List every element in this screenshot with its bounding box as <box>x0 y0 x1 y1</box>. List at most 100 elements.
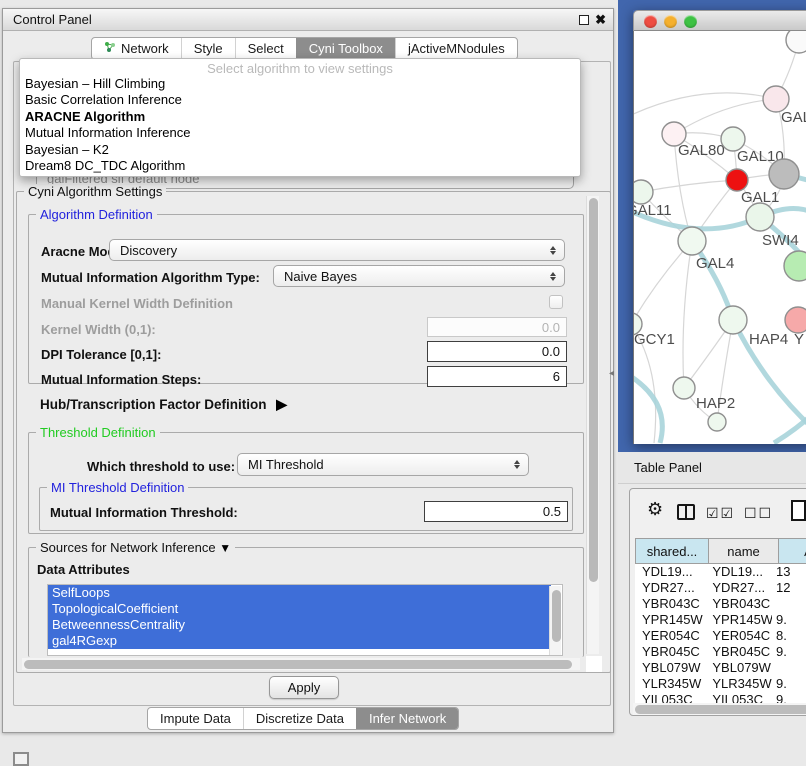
mi-threshold-field[interactable]: 0.5 <box>424 501 568 522</box>
tab-jactivemnodules[interactable]: jActiveMNodules <box>395 38 517 59</box>
chevron-down-icon[interactable]: ▼ <box>219 541 231 555</box>
mi-algorithm-type-combo[interactable]: Naive Bayes <box>273 265 565 287</box>
network-node-hap2[interactable] <box>673 377 695 399</box>
menu-item-bayesian-hill-climbing[interactable]: Bayesian – Hill Climbing <box>20 76 580 92</box>
cyni-tab-discretize-data[interactable]: Discretize Data <box>243 708 356 729</box>
network-edge[interactable] <box>641 180 737 192</box>
float-window-icon[interactable] <box>579 15 589 25</box>
settings-vertical-scrollbar[interactable] <box>586 196 599 654</box>
cyni-tab-label: Discretize Data <box>256 711 344 726</box>
table-row[interactable]: YPR145WYPR145W9. <box>635 612 806 628</box>
menu-item-basic-correlation-inference[interactable]: Basic Correlation Inference <box>20 92 580 108</box>
attributes-list-scrollbar[interactable] <box>549 586 561 656</box>
network-node-gal11[interactable] <box>634 180 653 204</box>
select-all-checkboxes-icon[interactable]: ☑☑ <box>706 505 735 522</box>
table-hscroll-thumb[interactable] <box>635 705 806 714</box>
attribute-item-betweennesscentrality[interactable]: BetweennessCentrality <box>48 617 551 633</box>
network-node[interactable] <box>784 251 806 281</box>
settings-hscroll-thumb[interactable] <box>24 660 572 669</box>
column-header-a[interactable]: A <box>779 538 806 564</box>
columns-icon[interactable] <box>677 504 695 520</box>
network-canvas[interactable]: GALGAL80GAL10GAL1GAL11SWI4GAL4GCY1HAP4YH… <box>633 31 806 444</box>
cyni-tab-label: Impute Data <box>160 711 231 726</box>
table-row[interactable]: YDR27...YDR27...12 <box>635 580 806 596</box>
mi-threshold-definition-group: MI Threshold Definition Mutual Informati… <box>39 487 573 531</box>
network-node-gal4[interactable] <box>678 227 706 255</box>
manual-kernel-checkbox[interactable] <box>549 295 563 309</box>
network-edge[interactable] <box>674 99 776 134</box>
attribute-item-topologicalcoefficient[interactable]: TopologicalCoefficient <box>48 601 551 617</box>
control-panel-titlebar: Control Panel ✖ <box>3 9 613 31</box>
mi-steps-field[interactable]: 6 <box>427 366 567 387</box>
table-column-headers: shared...nameA <box>635 538 806 564</box>
table-horizontal-scrollbar[interactable] <box>633 703 806 715</box>
table-cell: YBR045C <box>705 644 772 660</box>
sources-group-title: Sources for Network Inference ▼ <box>36 540 235 555</box>
menu-item-aracne-algorithm[interactable]: ARACNE Algorithm <box>20 109 580 125</box>
dpi-tolerance-field[interactable]: 0.0 <box>427 341 567 362</box>
network-view-window[interactable]: GALGAL80GAL10GAL1GAL11SWI4GAL4GCY1HAP4YH… <box>633 10 806 444</box>
which-threshold-value: MI Threshold <box>238 457 510 472</box>
tab-select[interactable]: Select <box>235 38 296 59</box>
network-node-swi4[interactable] <box>746 203 774 231</box>
table-cell: YER054C <box>705 628 772 644</box>
attribute-item-selfloops[interactable]: SelfLoops <box>48 585 551 601</box>
minimize-traffic-light[interactable] <box>664 15 677 28</box>
hub-section-toggle[interactable]: Hub/Transcription Factor Definition ▶ <box>40 396 287 413</box>
menu-item-bayesian-k2[interactable]: Bayesian – K2 <box>20 142 580 158</box>
table-cell: YBL079W <box>635 660 705 676</box>
network-graph[interactable]: GALGAL80GAL10GAL1GAL11SWI4GAL4GCY1HAP4YH… <box>634 31 806 444</box>
network-window-titlebar[interactable] <box>633 10 806 31</box>
aracne-mode-combo[interactable]: Discovery <box>109 239 565 261</box>
chevron-right-icon[interactable]: ▶ <box>276 396 287 413</box>
network-edge[interactable] <box>634 93 776 116</box>
network-node-hap4[interactable] <box>719 306 747 334</box>
panel-collapse-arrow[interactable]: ◂ <box>609 368 614 379</box>
table-panel-header: Table Panel <box>618 452 806 484</box>
network-edge[interactable] <box>683 241 692 388</box>
network-edge[interactable] <box>634 241 692 324</box>
table-row[interactable]: YBL079WYBL079W <box>635 660 806 676</box>
which-threshold-combo[interactable]: MI Threshold <box>237 453 529 476</box>
table-row[interactable]: YLR345WYLR345W9. <box>635 676 806 692</box>
gear-icon[interactable]: ⚙ <box>647 499 663 520</box>
tab-style[interactable]: Style <box>181 38 235 59</box>
kernel-width-field[interactable]: 0.0 <box>427 317 567 337</box>
tab-network[interactable]: Network <box>92 38 181 59</box>
attribute-item-gal4rgexp[interactable]: gal4RGexp <box>48 633 551 649</box>
close-traffic-light[interactable] <box>644 15 657 28</box>
menu-item-mutual-information-inference[interactable]: Mutual Information Inference <box>20 125 580 141</box>
data-attributes-list[interactable]: SelfLoopsTopologicalCoefficientBetweenne… <box>47 584 563 656</box>
cyni-tab-impute-data[interactable]: Impute Data <box>148 708 243 729</box>
table-row[interactable]: YBR045CYBR045C9. <box>635 644 806 660</box>
deselect-all-checkboxes-icon[interactable]: ☐☐ <box>744 505 773 522</box>
apply-button[interactable]: Apply <box>269 676 339 699</box>
zoom-traffic-light[interactable] <box>684 15 697 28</box>
table-row[interactable]: YER054CYER054C8. <box>635 628 806 644</box>
settings-vscroll-thumb[interactable] <box>589 198 598 582</box>
table-cell: YBR043C <box>635 596 705 612</box>
algorithm-menu: Bayesian – Hill ClimbingBasic Correlatio… <box>20 76 580 174</box>
network-edge-thick[interactable] <box>634 371 662 443</box>
table-row[interactable]: YBR043CYBR043C <box>635 596 806 612</box>
tab-cyni-toolbox[interactable]: Cyni Toolbox <box>296 38 395 59</box>
column-header-shared[interactable]: shared... <box>635 538 709 564</box>
table-cell: 9. <box>772 676 806 692</box>
menu-item-dream8-dc-tdc-algorithm[interactable]: Dream8 DC_TDC Algorithm <box>20 158 580 174</box>
close-icon[interactable]: ✖ <box>595 12 606 28</box>
network-node[interactable] <box>786 31 806 53</box>
network-node[interactable] <box>708 413 726 431</box>
hub-section-label: Hub/Transcription Factor Definition <box>40 397 267 412</box>
network-node[interactable] <box>769 159 799 189</box>
cyni-tab-infer-network[interactable]: Infer Network <box>356 708 458 729</box>
algorithm-definition-title: Algorithm Definition <box>36 207 157 222</box>
table-row[interactable]: YIL053CYIL053C9. <box>635 692 806 703</box>
network-node-y[interactable] <box>785 307 806 333</box>
network-node-gal1[interactable] <box>726 169 748 191</box>
column-header-name[interactable]: name <box>709 538 779 564</box>
window-grip-icon[interactable] <box>13 752 29 766</box>
attributes-scroll-thumb[interactable] <box>552 590 561 642</box>
settings-horizontal-scrollbar[interactable] <box>22 658 580 670</box>
document-icon[interactable] <box>791 500 806 521</box>
table-row[interactable]: YDL19...YDL19...13 <box>635 564 806 580</box>
